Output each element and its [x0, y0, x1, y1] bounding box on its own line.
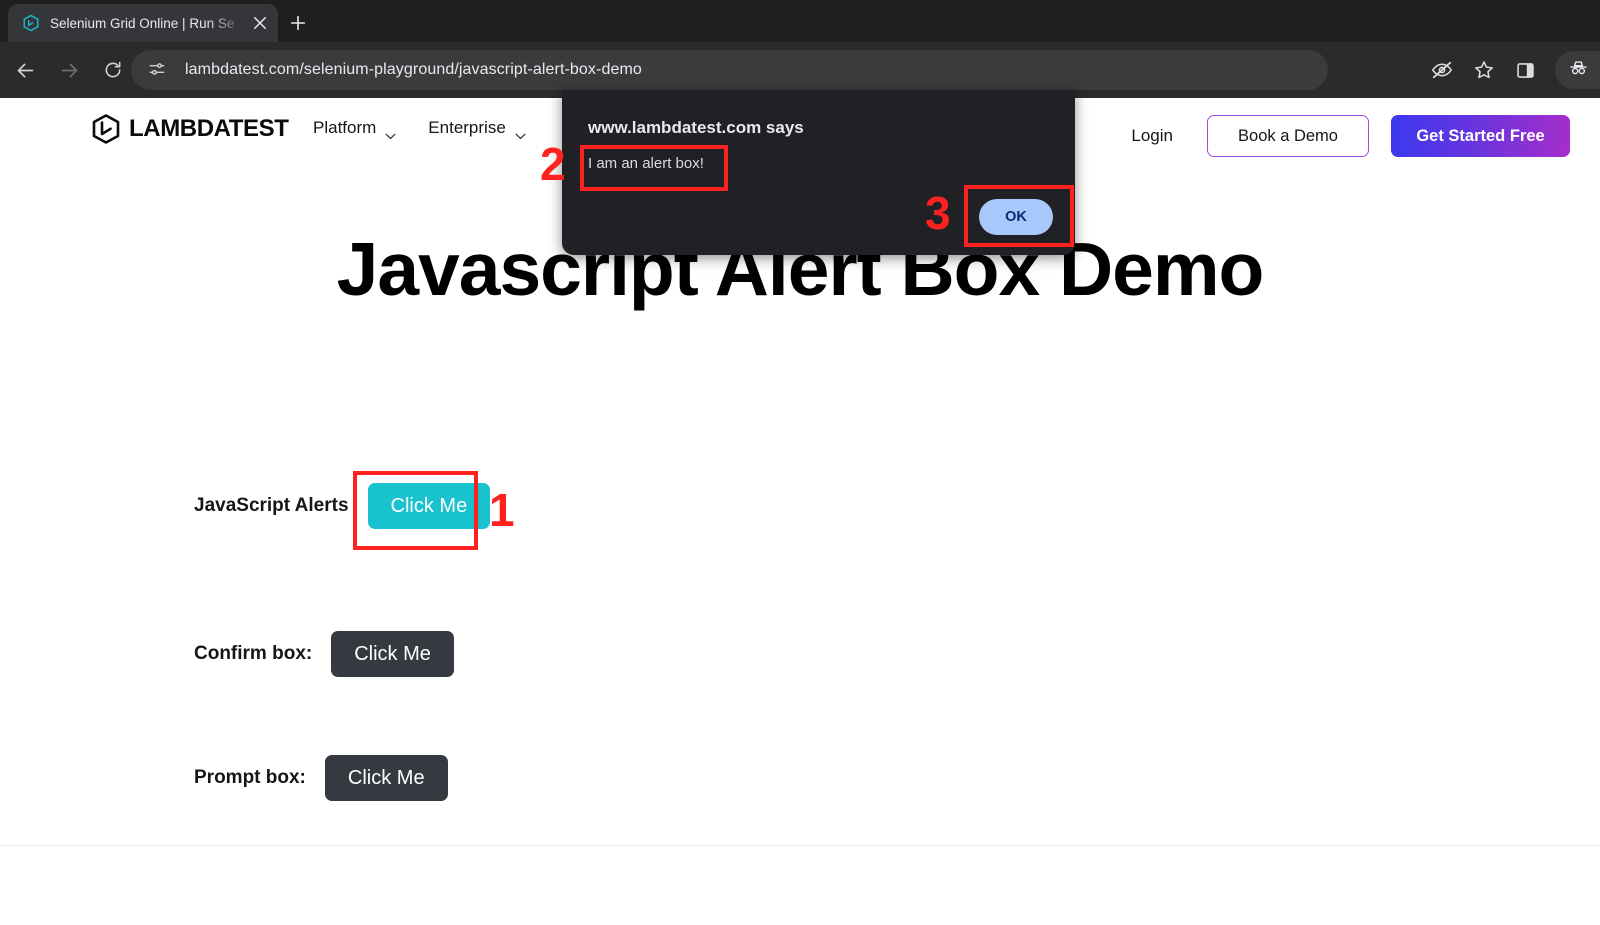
book-a-demo-button[interactable]: Book a Demo [1207, 115, 1369, 157]
header-actions: Login Book a Demo Get Started Free [1131, 115, 1570, 157]
lambdatest-logo-icon [92, 114, 120, 144]
get-started-free-button[interactable]: Get Started Free [1391, 115, 1570, 157]
confirm-box-label: Confirm box: [194, 643, 312, 665]
confirm-box-click-me-button[interactable]: Click Me [331, 631, 454, 677]
lambdatest-favicon-icon [22, 14, 40, 32]
split-panel-icon[interactable] [1508, 52, 1544, 88]
reload-icon[interactable] [96, 53, 130, 87]
site-nav: Platform Enterprise [313, 118, 526, 138]
toolbar-right-icons: Incogni [1421, 50, 1600, 90]
browser-window: Selenium Grid Online | Run Se [0, 0, 1600, 925]
javascript-alerts-click-me-button[interactable]: Click Me [368, 483, 491, 529]
tab-title: Selenium Grid Online | Run Se [50, 16, 250, 31]
site-logo[interactable]: LAMBDATEST [92, 114, 289, 144]
browser-tab[interactable]: Selenium Grid Online | Run Se [8, 4, 278, 42]
arrow-forward-icon[interactable] [52, 53, 86, 87]
dialog-origin-title: www.lambdatest.com says [588, 118, 804, 138]
site-logo-text: LAMBDATEST [129, 115, 289, 143]
new-tab-button[interactable] [285, 10, 311, 36]
dialog-message: I am an alert box! [588, 155, 704, 172]
address-bar-url: lambdatest.com/selenium-playground/javas… [185, 61, 642, 79]
close-icon[interactable] [250, 13, 270, 33]
tune-site-settings-icon[interactable] [147, 59, 169, 81]
nav-item-enterprise-label: Enterprise [428, 118, 505, 138]
tab-strip: Selenium Grid Online | Run Se [0, 0, 1600, 42]
prompt-box-label: Prompt box: [194, 767, 306, 789]
row-javascript-alerts: JavaScript Alerts Click Me [194, 483, 490, 529]
eye-slash-icon[interactable] [1424, 52, 1460, 88]
annotation-number-1: 1 [489, 487, 515, 533]
row-prompt-box: Prompt box: Click Me [194, 755, 448, 801]
incognito-indicator[interactable]: Incogni [1555, 51, 1600, 89]
arrow-back-icon[interactable] [8, 53, 42, 87]
nav-item-platform[interactable]: Platform [313, 118, 396, 138]
row-confirm-box: Confirm box: Click Me [194, 631, 454, 677]
chevron-down-icon [385, 125, 396, 132]
chevron-down-icon [515, 125, 526, 132]
annotation-number-2: 2 [540, 141, 566, 187]
address-bar[interactable]: lambdatest.com/selenium-playground/javas… [131, 50, 1328, 90]
section-divider [0, 845, 1600, 846]
dialog-ok-button[interactable]: OK [979, 199, 1053, 235]
incognito-icon [1568, 57, 1589, 83]
star-icon[interactable] [1466, 52, 1502, 88]
nav-item-platform-label: Platform [313, 118, 376, 138]
login-link[interactable]: Login [1131, 126, 1173, 146]
javascript-alerts-label: JavaScript Alerts [194, 495, 349, 517]
javascript-alert-dialog: www.lambdatest.com says I am an alert bo… [562, 90, 1075, 255]
nav-item-enterprise[interactable]: Enterprise [428, 118, 525, 138]
annotation-number-3: 3 [925, 190, 951, 236]
prompt-box-click-me-button[interactable]: Click Me [325, 755, 448, 801]
